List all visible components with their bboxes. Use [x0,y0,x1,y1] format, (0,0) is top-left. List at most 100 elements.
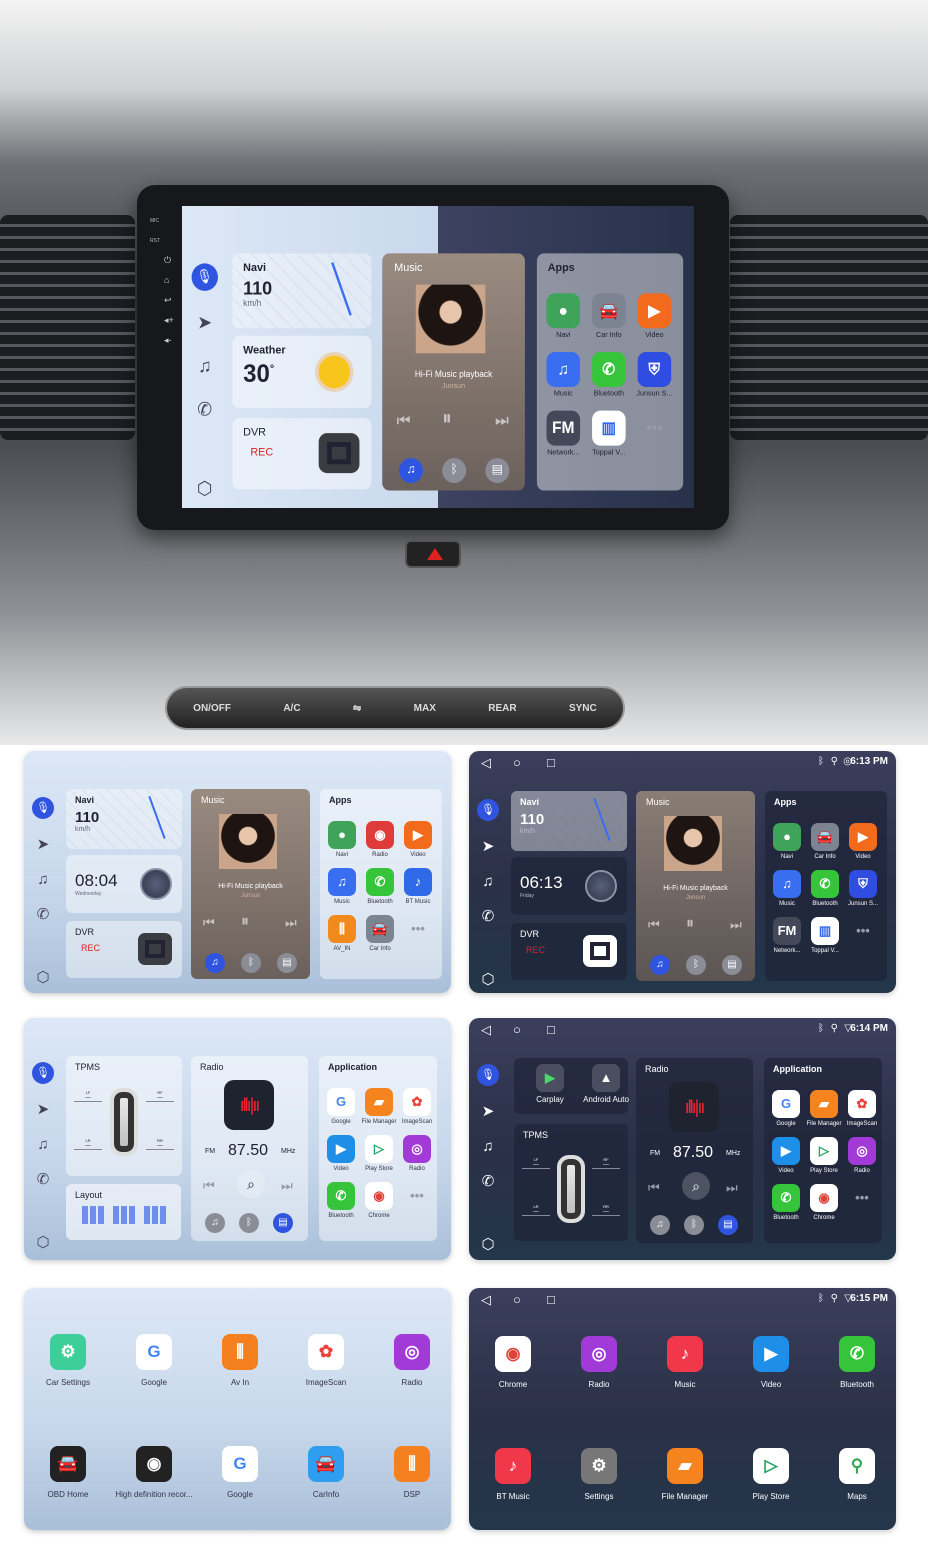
screen-home-dark[interactable]: ◁ ○ □ ᛒ ⚲ ◎ 6:13 PM 🎙 ➤ ♫ ✆ ⬡ Navi 110 km/h 0… [469,751,896,993]
screen-home-light[interactable]: 🎙 ➤ ♫ ✆ ⬡ Navi 110 km/h 08:04 Wednesday DVR … [24,751,451,993]
radio-source-button[interactable]: ▤ [277,953,297,973]
hero-home-screen[interactable]: 🎙 ➤ ♫ ✆ ⬡ Navi 110 km/h Weather 30° DVR REC … [182,206,694,508]
layout-option-3[interactable] [144,1206,166,1224]
app-file-manager[interactable]: ▰ File Manager [645,1448,725,1501]
previous-track-button[interactable]: ⏮ [203,915,215,931]
app-video[interactable]: ▶ Video [731,1336,811,1389]
app-radio[interactable]: ◎ Radio [397,1135,437,1172]
rear-defrost-button[interactable]: REAR [488,703,516,714]
app-chrome[interactable]: ◉ Chrome [804,1184,844,1221]
radio-widget[interactable]: Radio ıllı|ıı FM 87.50 MHz ⏮ ⌕ ⏭ ♫ ᛒ ▤ [191,1056,308,1241]
navigation-icon[interactable]: ➤ [32,1099,54,1121]
app-file-manager[interactable]: ▰ File Manager [359,1088,399,1125]
app-play-store[interactable]: ▷ Play Store [804,1137,844,1174]
app-file-manager[interactable]: ▰ File Manager [804,1090,844,1127]
carplay-button[interactable]: ▶ Carplay [522,1064,578,1104]
app-video[interactable]: ▶ Video [630,293,678,340]
app-bluetooth[interactable]: ✆ Bluetooth [360,868,400,905]
pause-button[interactable]: ⏸ [442,408,452,430]
app-junsun-s[interactable]: ⛨ Junsun S... [843,870,883,907]
phone-icon[interactable]: ✆ [32,904,54,926]
app-drawer-cube-icon[interactable]: ⬡ [32,1232,54,1254]
phone-icon[interactable]: ✆ [32,1169,54,1191]
back-button[interactable]: ◁ [481,1022,491,1038]
seek-forward-button[interactable]: ⏭ [281,1178,293,1194]
max-defrost-button[interactable]: MAX [414,703,436,714]
radio-source-button[interactable]: ▤ [485,458,510,484]
head-unit-hard-keys[interactable]: ⏻ ⌂ ↩ ◂+ ◂- [164,250,174,350]
radio-source-button[interactable]: ▤ [718,1215,738,1235]
recents-button[interactable]: □ [547,1292,555,1307]
app-music[interactable]: ♫ Music [767,870,807,907]
app-play-store[interactable]: ▷ Play Store [359,1135,399,1172]
android-auto-button[interactable]: ▲ Android Auto [578,1064,634,1104]
app-imagescan[interactable]: ✿ ImageScan [397,1088,437,1125]
clock-widget[interactable]: 06:13 Friday [511,857,627,915]
music-icon[interactable]: ♫ [192,353,218,380]
app-drawer-cube-icon[interactable]: ⬡ [477,1234,499,1256]
app-bt-music[interactable]: ♪ BT Music [398,868,438,905]
app-video[interactable]: ▶ Video [843,823,883,860]
screen-radio-dark[interactable]: ◁ ○ □ ᛒ ⚲ ▽ 6:14 PM 🎙 ➤ ♫ ✆ ⬡ ▶ Carplay ▲ Android… [469,1018,896,1260]
app-radio[interactable]: ◎ Radio [559,1336,639,1389]
sync-button[interactable]: SYNC [569,703,597,714]
voice-assistant-icon[interactable]: 🎙 [32,797,54,819]
app-video[interactable]: ▶ Video [398,821,438,858]
music-icon[interactable]: ♫ [477,1136,499,1158]
tpms-widget[interactable]: TPMS LF --- RF --- LR --- RR --- [66,1056,182,1176]
search-button[interactable]: ⌕ [237,1170,265,1198]
navi-widget[interactable]: Navi 110 km/h [511,791,627,851]
more-apps-button[interactable]: ••• [843,917,883,948]
app-av-in[interactable]: ⫼ Av In [200,1334,280,1387]
music-source-button[interactable]: ♫ [205,1213,225,1233]
app-high-definition-recor[interactable]: ◉ High definition recor... [114,1446,194,1499]
seek-back-button[interactable]: ⏮ [648,1180,660,1196]
recents-button[interactable]: □ [547,1022,555,1037]
app-bt-music[interactable]: ♪ BT Music [473,1448,553,1501]
music-widget[interactable]: Music Hi-Fi Music playback Junsun ⏮ ⏸ ⏭ … [191,789,310,979]
bluetooth-source-button[interactable]: ᛒ [442,458,467,484]
app-bluetooth[interactable]: ✆ Bluetooth [585,352,633,398]
weather-widget[interactable]: Weather 30° [232,335,372,409]
previous-track-button[interactable]: ⏮ [648,917,660,933]
music-widget[interactable]: Music Hi-Fi Music playback Junsun ⏮ ⏸ ⏭ … [382,253,525,491]
voice-assistant-icon[interactable]: 🎙 [32,1062,54,1084]
more-apps-button[interactable]: ••• [398,915,438,946]
app-music[interactable]: ♫ Music [322,868,362,905]
music-source-button[interactable]: ♫ [399,458,423,484]
app-toppal-v[interactable]: ▥ Toppal V... [805,917,845,954]
voice-assistant-icon[interactable]: 🎙 [477,1064,499,1086]
app-radio[interactable]: ◉ Radio [360,821,400,858]
screen-radio-light[interactable]: 🎙 ➤ ♫ ✆ ⬡ TPMS LF --- RF --- LR --- RR --- Layout Ra… [24,1018,451,1260]
home-button[interactable]: ○ [513,1022,521,1037]
app-google[interactable]: G Google [200,1446,280,1499]
layout-option-2[interactable] [113,1206,135,1224]
bluetooth-source-button[interactable]: ᛒ [241,953,261,973]
app-google[interactable]: G Google [321,1088,361,1125]
navigation-icon[interactable]: ➤ [32,834,54,856]
app-maps[interactable]: ⚲ Maps [817,1448,896,1501]
search-button[interactable]: ⌕ [682,1172,710,1200]
app-drawer-cube-icon[interactable]: ⬡ [477,969,499,991]
head-unit-screen[interactable]: 🎙 ➤ ♫ ✆ ⬡ Navi 110 km/h Weather 30° DVR REC … [182,206,694,508]
app-navi[interactable]: ● Navi [322,821,362,858]
ac-button[interactable]: A/C [283,703,300,714]
hazard-button[interactable] [405,540,461,568]
app-navi[interactable]: ● Navi [767,823,807,860]
app-toppal-v[interactable]: ▥ Toppal V... [585,410,633,457]
music-icon[interactable]: ♫ [477,871,499,893]
back-button[interactable]: ◁ [481,755,491,771]
seek-forward-button[interactable]: ⏭ [726,1180,738,1196]
phone-icon[interactable]: ✆ [477,906,499,928]
app-settings[interactable]: ⚙ Settings [559,1448,639,1501]
app-bluetooth[interactable]: ✆ Bluetooth [817,1336,896,1389]
app-av-in[interactable]: ⫼ AV_IN [322,915,362,952]
app-radio[interactable]: ◎ Radio [372,1334,451,1387]
tpms-widget[interactable]: TPMS LF --- RF --- LR --- RR --- [514,1124,628,1241]
app-junsun-s[interactable]: ⛨ Junsun S... [630,352,678,398]
app-network[interactable]: FM Network... [767,917,807,954]
screen-grid-light[interactable]: ⚙ Car Settings G Google ⫼ Av In ✿ ImageS… [24,1288,451,1530]
app-bluetooth[interactable]: ✆ Bluetooth [766,1184,806,1221]
screen-grid-dark[interactable]: ◁ ○ □ ᛒ ⚲ ▽ 6:15 PM ◉ Chrome ◎ Radio ♪ M… [469,1288,896,1530]
navigation-icon[interactable]: ➤ [192,310,218,337]
